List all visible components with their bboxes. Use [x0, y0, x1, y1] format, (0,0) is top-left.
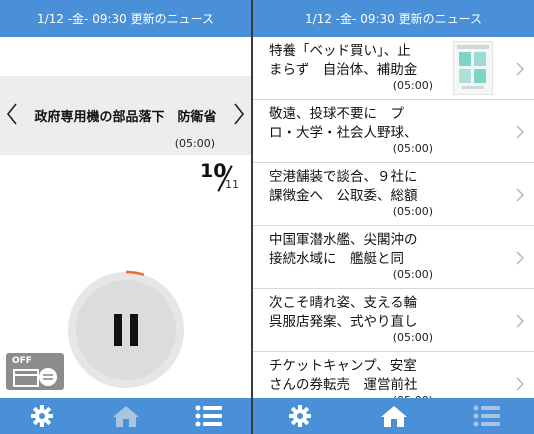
- news-item-title: 中国軍潜水艦、尖閣沖の 接続水域に 艦艇と同: [269, 232, 418, 267]
- chevron-right-icon: [516, 124, 525, 143]
- news-item-title: 次こそ晴れ姿、支える輪 呉服店発案、式やり直し: [269, 295, 418, 330]
- news-title: 政府専用機の部品落下 防衛省: [34, 110, 217, 125]
- chevron-right-icon: [516, 313, 525, 332]
- news-item-time: (05:00): [392, 79, 433, 92]
- news-list-item[interactable]: 空港舗装で談合、９社に 課徴金へ 公取委、総額 (05:00): [253, 163, 534, 226]
- news-list: 特養「ベッド買い」、止 まらず 自治体、補助金 (05:00) 敬遠、投球不要に プ…: [253, 37, 534, 415]
- chevron-right-icon: [516, 61, 525, 80]
- news-list-item[interactable]: 敬遠、投球不要に プ ロ・大学・社会人野球、 (05:00): [253, 100, 534, 163]
- sleep-timer-icon: [13, 368, 57, 387]
- home-icon: [112, 406, 139, 427]
- home-button[interactable]: [84, 398, 168, 434]
- news-item-time: (05:00): [392, 142, 433, 155]
- news-list-item[interactable]: 中国軍潜水艦、尖閣沖の 接続水域に 艦艇と同 (05:00): [253, 226, 534, 289]
- header-bar: 1/12 -金- 09:30 更新のニュース: [253, 0, 534, 37]
- home-button[interactable]: [347, 398, 441, 434]
- news-list-item[interactable]: 特養「ベッド買い」、止 まらず 自治体、補助金 (05:00): [253, 37, 534, 100]
- gear-icon: [288, 405, 311, 427]
- timer-off-button[interactable]: OFF: [6, 353, 64, 390]
- chevron-left-icon[interactable]: [4, 100, 20, 128]
- news-time: (05:00): [174, 137, 215, 150]
- news-item-title: 空港舗装で談合、９社に 課徴金へ 公取委、総額: [269, 169, 418, 204]
- footer-bar: [0, 398, 251, 434]
- header-bar: 1/12 -金- 09:30 更新のニュース: [0, 0, 251, 37]
- gear-icon: [30, 405, 53, 427]
- page-counter: 10 11: [198, 160, 242, 196]
- chevron-right-icon: [516, 187, 525, 206]
- news-item-time: (05:00): [392, 268, 433, 281]
- home-icon: [380, 406, 407, 427]
- news-pager[interactable]: 政府専用機の部品落下 防衛省 (05:00): [0, 76, 251, 155]
- chevron-right-icon: [516, 250, 525, 269]
- chevron-right-icon[interactable]: [231, 100, 247, 128]
- footer-bar: [253, 398, 534, 434]
- news-thumbnail: [453, 41, 493, 95]
- news-list-screen: 1/12 -金- 09:30 更新のニュース 特養「ベッド買い」、止 まらず 自…: [253, 0, 534, 434]
- chevron-right-icon: [516, 376, 525, 395]
- settings-button[interactable]: [0, 398, 84, 434]
- page-total: 11: [225, 178, 239, 191]
- pause-button[interactable]: [76, 280, 176, 380]
- news-item-time: (05:00): [392, 331, 433, 344]
- list-icon: [195, 405, 223, 427]
- settings-button[interactable]: [253, 398, 347, 434]
- header-title: 1/12 -金- 09:30 更新のニュース: [36, 12, 215, 26]
- header-title: 1/12 -金- 09:30 更新のニュース: [304, 12, 483, 26]
- news-item-title: 特養「ベッド買い」、止 まらず 自治体、補助金: [269, 43, 418, 78]
- list-button[interactable]: [167, 398, 251, 434]
- news-item-time: (05:00): [392, 205, 433, 218]
- news-item-title: 敬遠、投球不要に プ ロ・大学・社会人野球、: [269, 106, 418, 141]
- news-item-title: チケットキャンプ、安室 さんの券転売 運営前社: [269, 358, 418, 393]
- list-button[interactable]: [440, 398, 534, 434]
- player-screen: 1/12 -金- 09:30 更新のニュース 政府専用機の部品落下 防衛省 (0…: [0, 0, 251, 434]
- list-icon: [473, 405, 501, 427]
- news-list-item[interactable]: 次こそ晴れ姿、支える輪 呉服店発案、式やり直し (05:00): [253, 289, 534, 352]
- pause-icon: [114, 314, 138, 346]
